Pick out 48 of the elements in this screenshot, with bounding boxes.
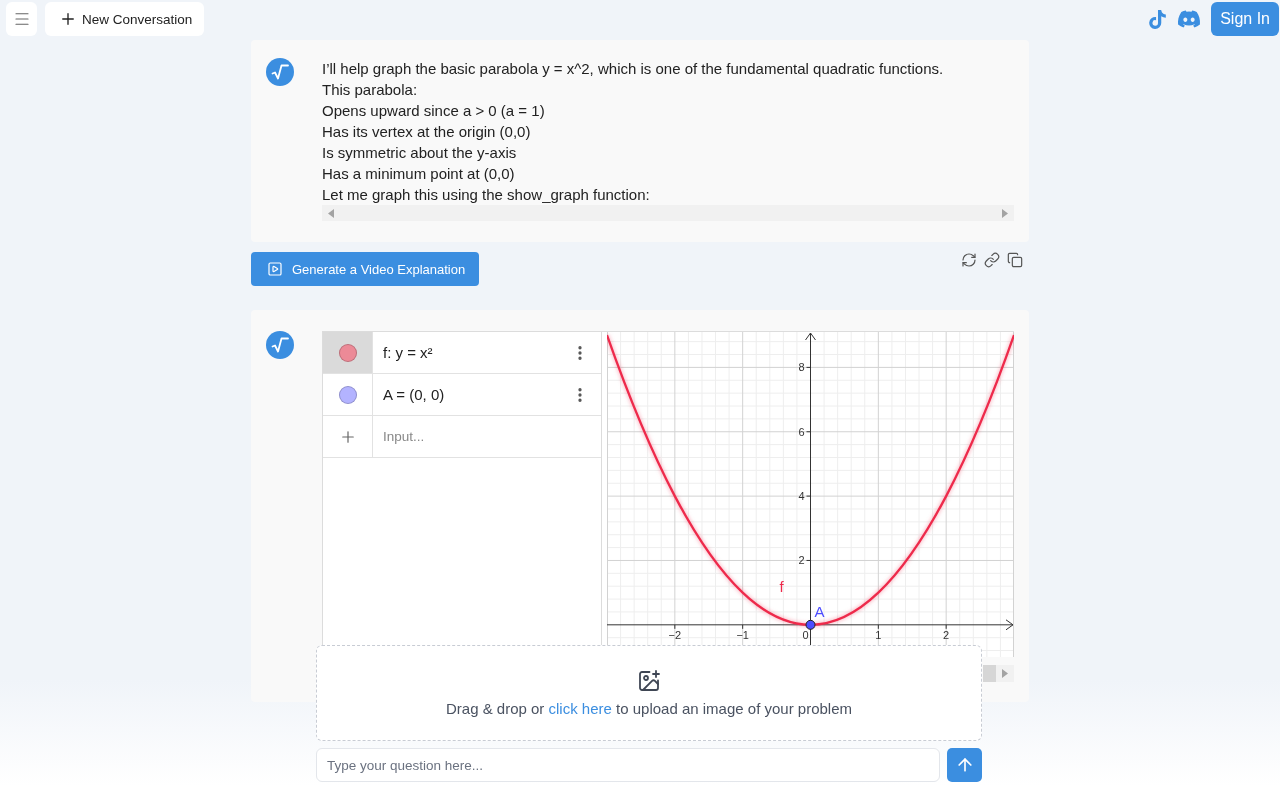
upload-dropzone[interactable]: Drag & drop or click here to upload an image of your problem — [316, 645, 982, 741]
axis-tick-label: 2 — [798, 554, 805, 567]
message-text: Has a minimum point at (0,0) — [322, 164, 516, 184]
axis-tick-label: 2 — [943, 628, 950, 641]
algebra-expression[interactable]: A = (0, 0) — [383, 386, 445, 403]
click-here-link[interactable]: click here — [548, 700, 612, 717]
square-root-icon — [266, 58, 294, 86]
axis-tick-label: −1 — [736, 628, 749, 641]
message-text: Opens upward since a > 0 (a = 1) — [322, 101, 546, 121]
scroll-right-icon[interactable] — [1002, 669, 1008, 678]
scroll-left-icon[interactable] — [328, 208, 334, 218]
point-label: A — [814, 602, 825, 620]
link-icon[interactable] — [984, 252, 1000, 268]
point-marker[interactable] — [805, 619, 816, 630]
axis-tick-label: 6 — [798, 425, 805, 438]
upload-hint: Drag & drop or click here to upload an image of your problem — [445, 700, 853, 717]
curve-label: f — [779, 577, 784, 595]
scroll-right-icon[interactable] — [1002, 208, 1008, 218]
row-marker[interactable] — [323, 332, 373, 373]
axis-tick-label: 4 — [798, 490, 805, 503]
copy-icon[interactable] — [1007, 252, 1023, 268]
horizontal-scrollbar[interactable] — [983, 665, 1014, 682]
algebra-input-field[interactable]: Input... — [373, 416, 601, 457]
new-conversation-button[interactable]: New Conversation — [45, 2, 205, 36]
horizontal-scrollbar[interactable] — [322, 205, 1014, 221]
message-text: Has its vertex at the origin (0,0) — [322, 122, 532, 142]
menu-button[interactable] — [6, 2, 37, 36]
axis-tick-label: 0 — [802, 628, 809, 641]
color-dot-icon[interactable] — [338, 343, 357, 362]
tiktok-icon[interactable] — [1148, 9, 1168, 29]
axis-tick-label: −2 — [668, 628, 682, 641]
scrollbar-thumb[interactable] — [983, 665, 996, 682]
square-root-icon — [266, 331, 294, 359]
play-square-icon — [267, 261, 283, 277]
menu-icon — [12, 10, 31, 28]
axis-tick-label: 1 — [875, 628, 882, 641]
message-text: Is symmetric about the y-axis — [322, 143, 518, 163]
axis-tick-label: 8 — [798, 361, 805, 374]
plus-icon — [59, 10, 77, 28]
image-plus-icon — [637, 669, 661, 693]
refresh-icon[interactable] — [961, 252, 977, 268]
message-text: This parabola: — [322, 80, 419, 100]
algebra-expression[interactable]: f: y = x² — [383, 344, 433, 361]
send-button[interactable] — [947, 748, 982, 782]
question-input[interactable]: Type your question here... — [316, 748, 940, 782]
color-dot-icon[interactable] — [338, 385, 357, 404]
message-text: I’ll help graph the basic parabola y = x^2, which is one of the fundamental quadratic functions. — [322, 59, 945, 79]
message-text: Let me graph this using the show_graph function: — [322, 185, 651, 205]
